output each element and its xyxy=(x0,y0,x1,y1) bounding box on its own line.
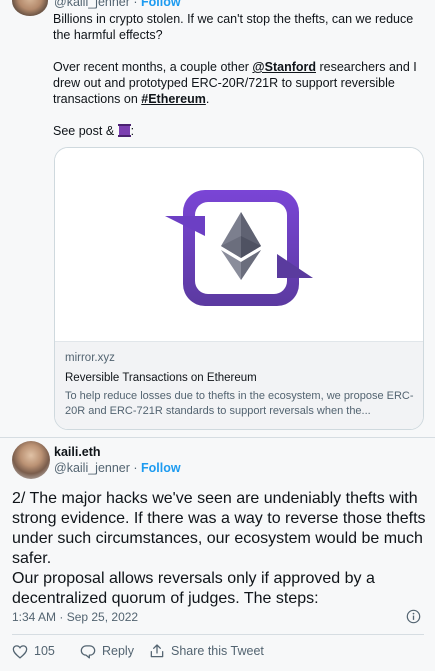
link-preview-meta: mirror.xyz Reversible Transactions on Et… xyxy=(55,341,423,429)
reply-bubble-icon xyxy=(80,644,96,658)
follow-link[interactable]: Follow xyxy=(141,461,181,475)
tweet-timestamp[interactable]: 1:34 AM · Sep 25, 2022 xyxy=(12,610,138,624)
quoted-paragraph-2: Over recent months, a couple other @Stan… xyxy=(53,59,425,107)
tweet-paragraph-1: 2/ The major hacks we've seen are undeni… xyxy=(12,490,426,567)
quoted-handle[interactable]: @kaili_jenner xyxy=(54,0,130,9)
share-label: Share this Tweet xyxy=(171,644,264,658)
link-description: To help reduce losses due to thefts in t… xyxy=(65,390,414,417)
share-upload-icon xyxy=(150,644,164,658)
text-span: Over recent months, a couple other xyxy=(53,60,253,74)
quoted-avatar[interactable] xyxy=(12,0,48,16)
mention-stanford[interactable]: @Stanford xyxy=(252,60,316,74)
quoted-tweet-text: Billions in crypto stolen. If we can't s… xyxy=(53,11,425,155)
actions-divider xyxy=(12,634,424,635)
link-preview-card[interactable]: mirror.xyz Reversible Transactions on Et… xyxy=(54,147,424,430)
link-title: Reversible Transactions on Ethereum xyxy=(65,372,257,384)
handle-line: @kaili_jenner · Follow xyxy=(54,461,181,475)
thread-emoji-icon xyxy=(117,124,131,137)
reply-button[interactable]: Reply xyxy=(80,643,134,659)
quoted-paragraph-3: See post & : xyxy=(53,123,425,139)
share-button[interactable]: Share this Tweet xyxy=(149,643,264,659)
tweet-text: 2/ The major hacks we've seen are undeni… xyxy=(12,489,427,609)
avatar[interactable] xyxy=(12,441,50,479)
quoted-tweet[interactable]: @kaili_jenner · Follow Billions in crypt… xyxy=(0,0,435,437)
quoted-paragraph-1: Billions in crypto stolen. If we can't s… xyxy=(53,12,414,42)
text-span: . xyxy=(205,92,210,106)
separator: · xyxy=(129,0,142,9)
link-preview-image[interactable] xyxy=(55,148,423,341)
reply-label: Reply xyxy=(102,644,134,658)
like-button[interactable]: 105 xyxy=(12,643,55,659)
display-name[interactable]: kaili.eth xyxy=(54,445,101,459)
info-icon[interactable] xyxy=(406,609,421,624)
ethereum-reversible-icon xyxy=(165,190,313,306)
separator: · xyxy=(129,461,142,475)
heart-icon xyxy=(12,644,28,659)
thread-divider xyxy=(0,437,435,438)
user-handle[interactable]: @kaili_jenner xyxy=(54,461,130,475)
hashtag-ethereum[interactable]: #Ethereum xyxy=(141,92,206,106)
like-count: 105 xyxy=(34,644,55,658)
quoted-follow-link[interactable]: Follow xyxy=(141,0,181,9)
text-span: See post & xyxy=(53,124,118,138)
text-span: : xyxy=(130,124,135,138)
link-domain: mirror.xyz xyxy=(65,352,115,364)
quoted-handle-line: @kaili_jenner · Follow xyxy=(54,0,181,9)
tweet-paragraph-2: Our proposal allows reversals only if ap… xyxy=(12,570,375,607)
